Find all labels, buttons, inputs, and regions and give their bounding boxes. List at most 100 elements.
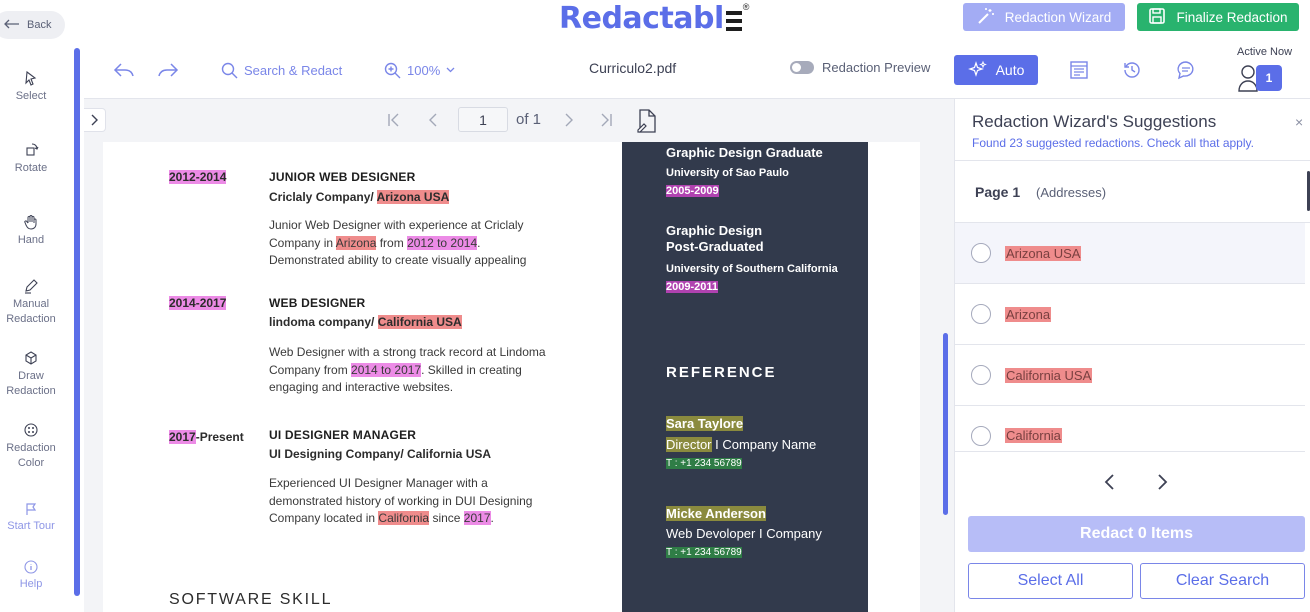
finalize-redaction-label: Finalize Redaction <box>1176 9 1288 25</box>
highlight-name[interactable]: Sara Taylore <box>666 416 744 431</box>
back-button[interactable]: Back <box>0 11 65 39</box>
highlight-date[interactable]: 2005-2009 <box>666 185 719 197</box>
file-name: Curriculo2.pdf <box>589 60 677 76</box>
last-page-button[interactable] <box>598 107 614 133</box>
highlight-date[interactable]: 2009-2011 <box>666 281 718 293</box>
highlight-date[interactable]: 2017 <box>463 511 491 525</box>
highlight-title[interactable]: Director <box>666 437 712 452</box>
education-school: University of Sao Paulo <box>666 167 789 179</box>
suggestion-item[interactable]: Arizona <box>955 284 1305 345</box>
job-date: 2012-2014 <box>169 170 227 184</box>
tool-hand[interactable]: Hand <box>0 214 62 248</box>
suggestion-checkbox[interactable] <box>971 426 991 446</box>
clear-search-button[interactable]: Clear Search <box>1140 563 1305 599</box>
desc-line: Company located in California since 2017… <box>269 510 569 528</box>
cursor-icon <box>25 70 37 86</box>
document-list-button[interactable] <box>1069 58 1089 82</box>
highlight-date[interactable]: 2014 to 2017 <box>351 362 422 377</box>
tool-start-tour-label: Start Tour <box>7 520 55 532</box>
finalize-redaction-button[interactable]: Finalize Redaction <box>1137 3 1299 31</box>
tool-start-tour[interactable]: Start Tour <box>0 502 62 534</box>
auto-button[interactable]: Auto <box>954 55 1038 85</box>
suggestions-prev-button[interactable] <box>1103 472 1117 497</box>
last-page-icon <box>601 113 612 127</box>
redo-button[interactable] <box>157 58 179 82</box>
suggestion-checkbox[interactable] <box>971 304 991 324</box>
highlight-address[interactable]: Arizona <box>335 235 377 250</box>
undo-button[interactable] <box>113 58 135 82</box>
highlight-phone[interactable]: T : +1 234 56789 <box>666 458 742 469</box>
left-toolbar-scrollbar[interactable] <box>74 48 80 596</box>
select-all-button[interactable]: Select All <box>968 563 1133 599</box>
pen-icon <box>25 279 38 294</box>
toggle-switch[interactable] <box>790 61 814 74</box>
desc-line: Junior Web Designer with experience at C… <box>269 218 524 232</box>
tool-hand-label: Hand <box>17 234 45 246</box>
redaction-wizard-button[interactable]: Redaction Wizard <box>963 3 1125 31</box>
tool-select-label: Select <box>15 90 47 102</box>
document-list-icon <box>1070 61 1088 79</box>
first-page-button[interactable] <box>386 107 402 133</box>
suggestion-text: Arizona <box>1005 306 1052 322</box>
save-icon <box>1148 7 1166 28</box>
education-years: 2009-2011 <box>666 281 718 293</box>
highlight-name[interactable]: Micke Anderson <box>666 506 766 521</box>
text: . Skilled in creating <box>421 362 522 377</box>
suggestion-checkbox[interactable] <box>971 243 991 263</box>
search-redact-button[interactable]: Search & Redact <box>221 58 342 82</box>
highlight-address[interactable]: California <box>378 511 430 525</box>
zoom-value: 100% <box>407 62 441 78</box>
panel-separator <box>955 160 1310 161</box>
tool-redaction-color[interactable]: Redaction Color <box>0 422 62 471</box>
highlight-date[interactable]: 2017 <box>169 430 196 444</box>
reference-role: Web Devoloper I Company <box>666 526 822 541</box>
suggestion-checkbox[interactable] <box>971 365 991 385</box>
zoom-control[interactable]: 100% <box>384 58 455 82</box>
suggestion-item[interactable]: California <box>955 406 1305 452</box>
tool-rotate[interactable]: Rotate <box>0 142 62 176</box>
desc-line: Company in Arizona from 2012 to 2014. <box>269 235 569 253</box>
suggestion-text: Arizona USA <box>1005 245 1082 261</box>
page-tools-button[interactable] <box>636 108 658 134</box>
reference-phone: T : +1 234 56789 <box>666 547 742 558</box>
highlight-date[interactable]: 2014-2017 <box>169 296 227 310</box>
active-user-count: 1 <box>1256 65 1282 91</box>
undo-icon <box>113 63 134 77</box>
suggestion-item[interactable]: Arizona USA <box>955 223 1305 284</box>
expand-thumbnails-button[interactable] <box>84 108 106 132</box>
suggestions-next-button[interactable] <box>1155 472 1169 497</box>
logo-registered: ® <box>742 2 750 12</box>
suggestion-item[interactable]: California USA <box>955 345 1305 406</box>
history-button[interactable] <box>1122 58 1142 82</box>
highlight-date[interactable]: 2012 to 2014 <box>407 235 478 250</box>
tool-manual-redaction[interactable]: Manual Redaction <box>0 278 62 327</box>
suggestion-page-label: Page 1 <box>975 184 1021 200</box>
page-number-input[interactable]: 1 <box>458 107 508 132</box>
tool-draw-redaction[interactable]: Draw Redaction <box>0 350 62 399</box>
suggestion-text: California USA <box>1005 367 1093 383</box>
education-years: 2005-2009 <box>666 185 719 197</box>
next-page-button[interactable] <box>563 107 575 133</box>
tool-select[interactable]: Select <box>0 70 62 104</box>
chevron-left-icon <box>1104 474 1114 490</box>
highlight-address[interactable]: Arizona USA <box>376 190 450 204</box>
previous-page-button[interactable] <box>427 107 439 133</box>
text: I Company Name <box>711 437 817 452</box>
chevron-right-icon <box>1158 474 1168 490</box>
highlight-date[interactable]: 2012-2014 <box>169 170 227 184</box>
document-scrollbar[interactable] <box>943 333 948 515</box>
back-label: Back <box>27 19 52 31</box>
highlight-address[interactable]: California USA <box>377 315 462 329</box>
tool-rotate-label: Rotate <box>14 162 48 174</box>
reference-name: Sara Taylore <box>666 416 744 431</box>
close-icon[interactable]: × <box>1295 114 1303 130</box>
cube-icon <box>25 351 37 365</box>
tool-draw-redaction-label: Draw Redaction <box>6 370 56 397</box>
job-description: Experienced UI Designer Manager with a d… <box>269 475 569 528</box>
highlight-phone[interactable]: T : +1 234 56789 <box>666 547 742 558</box>
magic-wand-icon <box>977 7 995 28</box>
comments-button[interactable] <box>1176 58 1196 82</box>
tool-help[interactable]: Help <box>0 560 62 592</box>
redact-items-button[interactable]: Redact 0 Items <box>968 516 1305 552</box>
redaction-preview-toggle[interactable]: Redaction Preview <box>790 60 930 75</box>
